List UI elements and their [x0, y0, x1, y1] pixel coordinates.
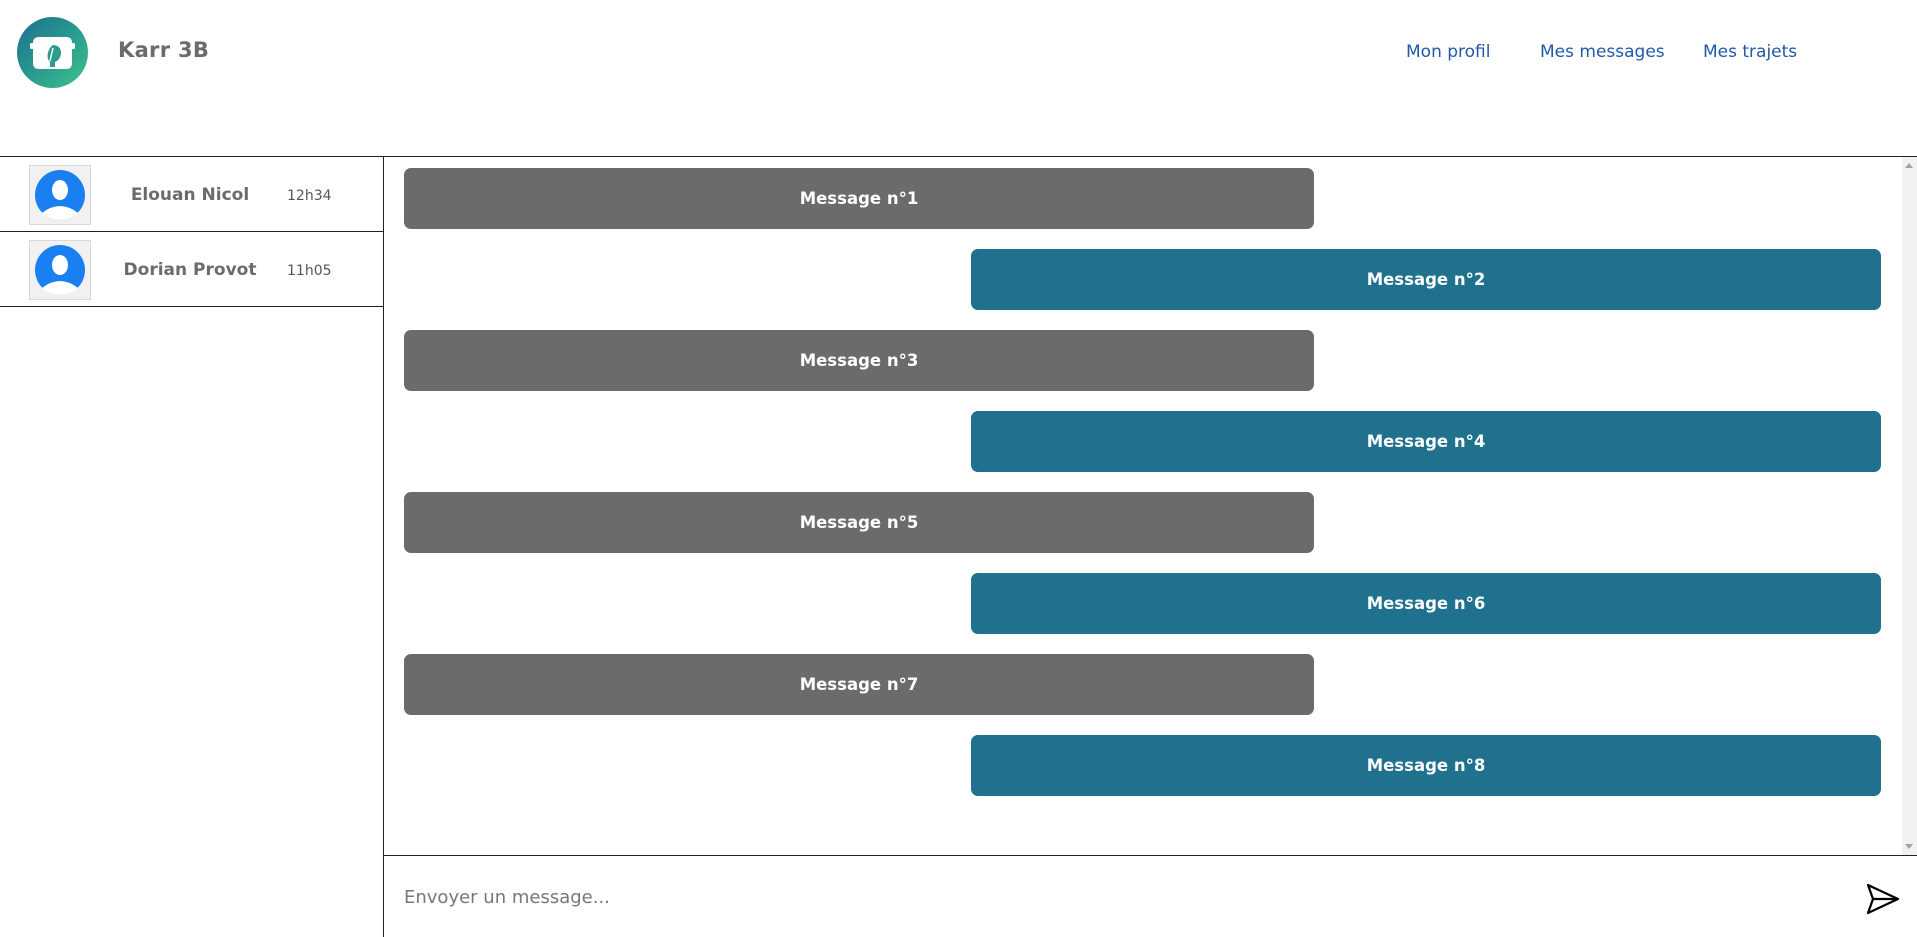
message-input[interactable]: [402, 875, 1802, 919]
sent-message: Message n°8: [971, 735, 1881, 796]
contact-name: Elouan Nicol: [130, 185, 250, 205]
received-message: Message n°5: [404, 492, 1314, 553]
send-icon[interactable]: [1865, 881, 1901, 917]
message-thread[interactable]: Message n°1 Message n°2 Message n°3 Mess…: [384, 156, 1917, 856]
contact-name: Dorian Provot: [123, 260, 257, 280]
received-message: Message n°7: [404, 654, 1314, 715]
received-message: Message n°3: [404, 330, 1314, 391]
car-leaf-logo-icon[interactable]: [17, 17, 88, 88]
nav-my-trips[interactable]: Mes trajets: [1703, 42, 1797, 62]
message-composer: [384, 857, 1917, 937]
conversation-list: Elouan Nicol 12h34 Dorian Provot 11h05: [0, 156, 384, 937]
contact-time: 11h05: [287, 263, 332, 279]
user-avatar-icon: [29, 165, 91, 225]
scroll-up-arrow-icon[interactable]: [1905, 163, 1913, 168]
sent-message: Message n°4: [971, 411, 1881, 472]
user-avatar-icon: [29, 240, 91, 300]
nav-my-profile[interactable]: Mon profil: [1406, 42, 1491, 62]
received-message: Message n°1: [404, 168, 1314, 229]
app-header: Karr 3B Mon profil Mes messages Mes traj…: [0, 0, 1917, 156]
chat-scrollbar[interactable]: [1902, 157, 1917, 855]
brand-name: Karr 3B: [118, 38, 210, 62]
nav-my-messages[interactable]: Mes messages: [1540, 42, 1665, 62]
sent-message: Message n°2: [971, 249, 1881, 310]
conversation-item[interactable]: Dorian Provot 11h05: [0, 232, 383, 307]
contact-time: 12h34: [287, 188, 332, 204]
scroll-down-arrow-icon[interactable]: [1905, 844, 1913, 849]
sent-message: Message n°6: [971, 573, 1881, 634]
conversation-item[interactable]: Elouan Nicol 12h34: [0, 157, 383, 232]
